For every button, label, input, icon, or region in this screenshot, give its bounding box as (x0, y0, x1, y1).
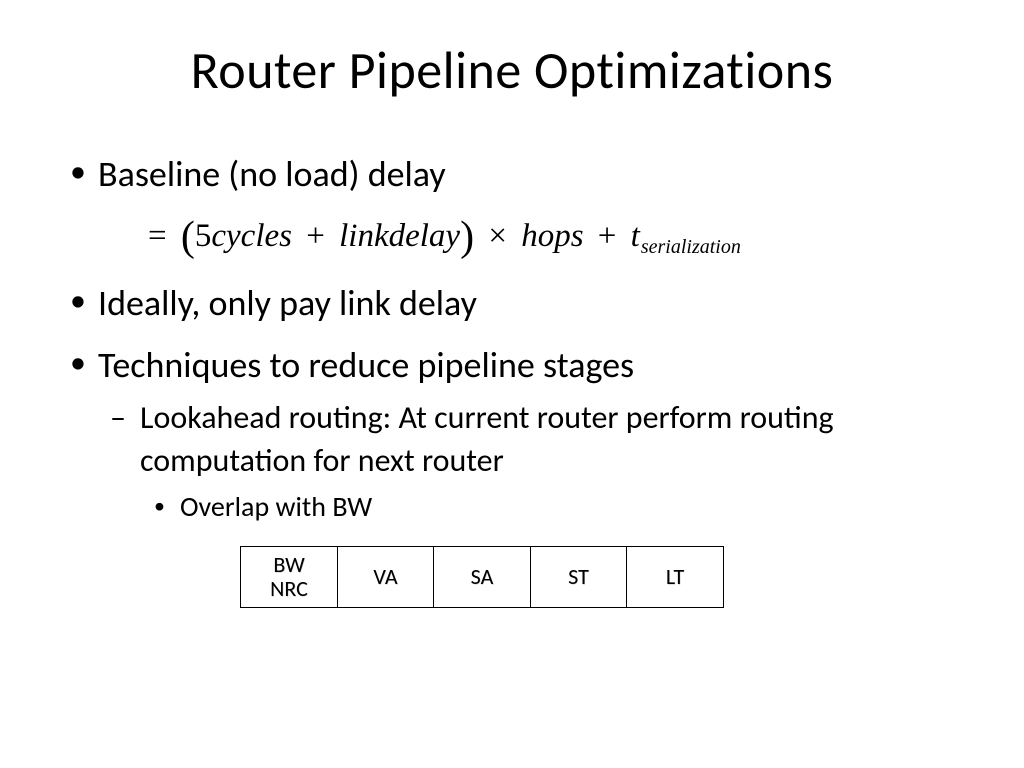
sub-sub-list: Overlap with BW (140, 488, 954, 526)
eq-t: t (631, 218, 640, 254)
stage-label: NRC (270, 577, 308, 601)
pipeline-stage-va: VA (337, 546, 435, 608)
pipeline-stage-st: ST (530, 546, 628, 608)
bullet-text: Overlap with BW (180, 489, 372, 524)
bullet-list: Baseline (no load) delay (70, 150, 954, 199)
stage-label: BW (273, 553, 304, 577)
eq-linkdelay: linkdelay (339, 218, 460, 254)
eq-cycles: cycles (211, 218, 292, 254)
bullet-baseline: Baseline (no load) delay (98, 150, 954, 199)
bullet-text: Baseline (no load) delay (98, 152, 446, 196)
stage-label: LT (666, 565, 684, 589)
rparen: ) (460, 214, 474, 260)
equation: = (5cycles + linkdelay) × hops + tserial… (142, 213, 954, 261)
times: × (488, 218, 507, 254)
bullet-text: Lookahead routing: At current router per… (140, 398, 834, 480)
plus-2: + (598, 218, 617, 254)
pipeline-stage-bw-nrc: BW NRC (240, 546, 338, 608)
pipeline-stage-lt: LT (626, 546, 724, 608)
pipeline-diagram: BW NRC VA SA ST LT (240, 546, 954, 608)
bullet-text: Ideally, only pay link delay (98, 281, 477, 325)
lparen: ( (181, 214, 195, 260)
eq-sub-serialization: serialization (641, 236, 741, 258)
bullet-text: Techniques to reduce pipeline stages (98, 343, 634, 387)
eq-hops: hops (521, 218, 583, 254)
sub-list: Lookahead routing: At current router per… (98, 396, 954, 526)
stage-label: SA (471, 565, 494, 589)
pipeline-stage-sa: SA (433, 546, 531, 608)
slide: Router Pipeline Optimizations Baseline (… (0, 0, 1024, 768)
bullet-ideally: Ideally, only pay link delay (98, 279, 954, 328)
bullet-lookahead: Lookahead routing: At current router per… (140, 396, 954, 526)
eq-num-5: 5 (195, 218, 212, 254)
page-title: Router Pipeline Optimizations (70, 38, 954, 102)
bullet-list-2: Ideally, only pay link delay Techniques … (70, 279, 954, 526)
stage-label: VA (373, 565, 397, 589)
plus-1: + (306, 218, 325, 254)
bullet-overlap: Overlap with BW (180, 488, 954, 526)
stage-label: ST (568, 565, 589, 589)
bullet-techniques: Techniques to reduce pipeline stages Loo… (98, 341, 954, 526)
eq-sign: = (148, 218, 167, 254)
